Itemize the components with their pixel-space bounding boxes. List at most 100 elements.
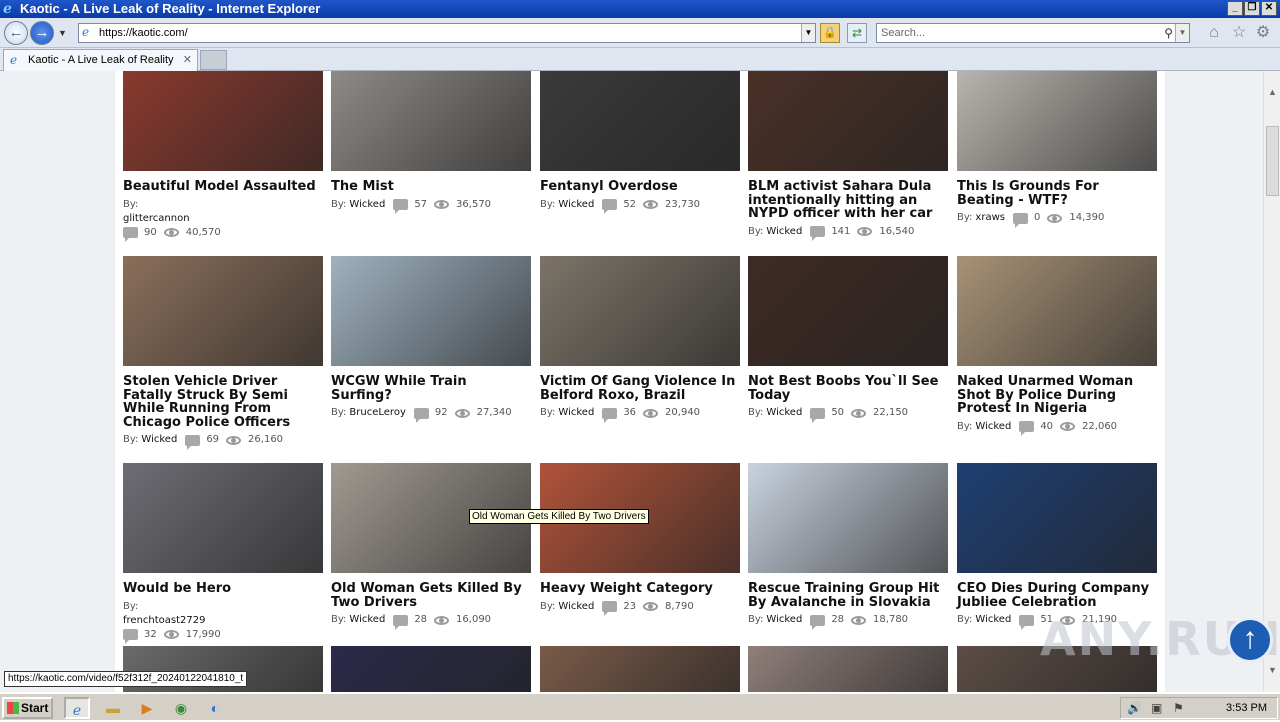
scroll-thumb[interactable]	[1266, 126, 1279, 196]
video-title[interactable]: Would be Hero	[123, 582, 323, 596]
video-title[interactable]: Victim Of Gang Violence In Belford Roxo,…	[540, 375, 740, 402]
view-count: 16,540	[879, 225, 915, 237]
video-title[interactable]: Old Woman Gets Killed By Two Drivers	[331, 582, 531, 609]
video-card[interactable]: Not Best Boobs You`ll See Today By: Wicked…	[748, 256, 948, 423]
home-icon[interactable]: ⌂	[1205, 24, 1223, 42]
author-link[interactable]: Wicked	[558, 600, 594, 614]
author-link[interactable]: Wicked	[766, 225, 802, 239]
video-thumbnail[interactable]	[957, 463, 1157, 573]
video-title[interactable]: Not Best Boobs You`ll See Today	[748, 375, 948, 402]
video-card[interactable]	[748, 646, 948, 692]
tab-label: Kaotic - A Live Leak of Reality	[28, 54, 174, 66]
video-card[interactable]: Beautiful Model Assaulted By: glittercanno…	[123, 71, 323, 242]
author-link[interactable]: Wicked	[141, 433, 177, 447]
author-link[interactable]: Wicked	[349, 198, 385, 212]
search-dropdown-icon[interactable]: ▼	[1175, 24, 1189, 42]
network-icon[interactable]: ▣	[1151, 698, 1162, 718]
video-card[interactable]: This Is Grounds For Beating - WTF? By: xra…	[957, 71, 1157, 228]
video-title[interactable]: WCGW While Train Surfing?	[331, 375, 531, 402]
video-title[interactable]: CEO Dies During Company Jubliee Celebrat…	[957, 582, 1157, 609]
video-card[interactable]: Naked Unarmed Woman Shot By Police Durin…	[957, 256, 1157, 436]
video-title[interactable]: Naked Unarmed Woman Shot By Police Durin…	[957, 375, 1157, 416]
video-thumbnail[interactable]	[123, 256, 323, 366]
url-dropdown-icon[interactable]: ▼	[801, 24, 815, 42]
video-title[interactable]: This Is Grounds For Beating - WTF?	[957, 180, 1157, 207]
author-link[interactable]: frenchtoast2729	[123, 614, 315, 628]
video-card[interactable]: CEO Dies During Company Jubliee Celebrat…	[957, 463, 1157, 630]
tab-close-icon[interactable]: ✕	[183, 50, 192, 70]
volume-icon[interactable]: 🔊	[1127, 698, 1142, 718]
author-link[interactable]: glittercannon	[123, 212, 315, 226]
video-thumbnail[interactable]	[331, 256, 531, 366]
gear-icon[interactable]: ⚙	[1254, 24, 1272, 42]
url-field[interactable]: e https://kaotic.com/ ▼	[78, 23, 816, 43]
ie-taskbar-icon[interactable]: e	[64, 697, 90, 719]
folder-icon[interactable]: ▬	[100, 697, 126, 719]
video-card[interactable]: The Mist By: Wicked 57 36,570	[331, 71, 531, 214]
video-thumbnail[interactable]	[957, 256, 1157, 366]
video-card[interactable]: Old Woman Gets Killed By Two Drivers By: W…	[331, 463, 531, 630]
comment-icon	[123, 629, 138, 644]
video-thumbnail[interactable]	[540, 256, 740, 366]
video-thumbnail[interactable]	[540, 71, 740, 171]
lock-icon[interactable]: 🔒	[820, 23, 840, 43]
video-thumbnail[interactable]	[748, 463, 948, 573]
video-thumbnail[interactable]	[957, 71, 1157, 171]
author-link[interactable]: Wicked	[766, 613, 802, 627]
refresh-icon[interactable]: ⇄	[847, 23, 867, 43]
author-link[interactable]: Wicked	[975, 420, 1011, 434]
edge-icon[interactable]: ◐	[202, 697, 228, 719]
video-card[interactable]	[540, 646, 740, 692]
video-thumbnail[interactable]	[331, 646, 531, 692]
video-card[interactable]: Heavy Weight Category By: Wicked 23 8,790	[540, 463, 740, 616]
video-card[interactable]: WCGW While Train Surfing? By: BruceLeroy 92…	[331, 256, 531, 423]
restore-button[interactable]: ❐	[1244, 1, 1260, 16]
view-count: 27,340	[476, 407, 512, 418]
author-link[interactable]: Wicked	[558, 406, 594, 420]
author-link[interactable]: Wicked	[349, 613, 385, 627]
video-title[interactable]: BLM activist Sahara Dula intentionally h…	[748, 180, 948, 221]
close-button[interactable]: ✕	[1261, 1, 1277, 16]
video-title[interactable]: Rescue Training Group Hit By Avalanche i…	[748, 582, 948, 609]
minimize-button[interactable]: _	[1227, 1, 1243, 16]
scrollbar[interactable]: ▲ ▼	[1263, 71, 1280, 692]
video-card[interactable]: Would be Hero By: frenchtoast2729 32 17,990	[123, 463, 323, 644]
author-link[interactable]: Wicked	[558, 198, 594, 212]
video-thumbnail[interactable]	[748, 646, 948, 692]
start-button[interactable]: Start	[2, 697, 53, 719]
author-link[interactable]: Wicked	[766, 406, 802, 420]
video-thumbnail[interactable]	[123, 463, 323, 573]
video-title[interactable]: Fentanyl Overdose	[540, 180, 740, 194]
chrome-icon[interactable]: ◉	[168, 697, 194, 719]
new-tab-button[interactable]	[200, 50, 227, 70]
video-card[interactable]: BLM activist Sahara Dula intentionally h…	[748, 71, 948, 241]
scroll-to-top-button[interactable]: ↑	[1227, 617, 1273, 663]
media-player-icon[interactable]: ▶	[134, 697, 160, 719]
search-icon[interactable]: ⚲	[1164, 24, 1173, 42]
search-input[interactable]: Search... ⚲ ▼	[876, 23, 1190, 43]
video-title[interactable]: Beautiful Model Assaulted	[123, 180, 323, 194]
history-dropdown-icon[interactable]: ▼	[58, 28, 67, 38]
favorites-star-icon[interactable]: ☆	[1230, 24, 1248, 42]
video-title[interactable]: Stolen Vehicle Driver Fatally Struck By …	[123, 375, 323, 429]
video-card[interactable]: Fentanyl Overdose By: Wicked 52 23,730	[540, 71, 740, 214]
forward-button[interactable]: →	[30, 21, 54, 45]
flag-icon[interactable]: ⚑	[1173, 698, 1184, 718]
video-thumbnail[interactable]	[123, 71, 323, 171]
video-thumbnail[interactable]	[540, 646, 740, 692]
scroll-up-icon[interactable]: ▲	[1266, 86, 1279, 99]
video-title[interactable]: The Mist	[331, 180, 531, 194]
video-card[interactable]	[331, 646, 531, 692]
tab-kaotic[interactable]: e Kaotic - A Live Leak of Reality ✕	[3, 49, 198, 71]
video-thumbnail[interactable]	[331, 71, 531, 171]
video-card[interactable]: Rescue Training Group Hit By Avalanche i…	[748, 463, 948, 630]
video-title[interactable]: Heavy Weight Category	[540, 582, 740, 596]
author-link[interactable]: BruceLeroy	[349, 406, 405, 420]
author-link[interactable]: xraws	[975, 211, 1005, 225]
video-card[interactable]: Victim Of Gang Violence In Belford Roxo,…	[540, 256, 740, 423]
video-thumbnail[interactable]	[748, 256, 948, 366]
video-card[interactable]: Stolen Vehicle Driver Fatally Struck By …	[123, 256, 323, 450]
back-button[interactable]: ←	[4, 21, 28, 45]
author-link[interactable]: Wicked	[975, 613, 1011, 627]
video-thumbnail[interactable]	[748, 71, 948, 171]
